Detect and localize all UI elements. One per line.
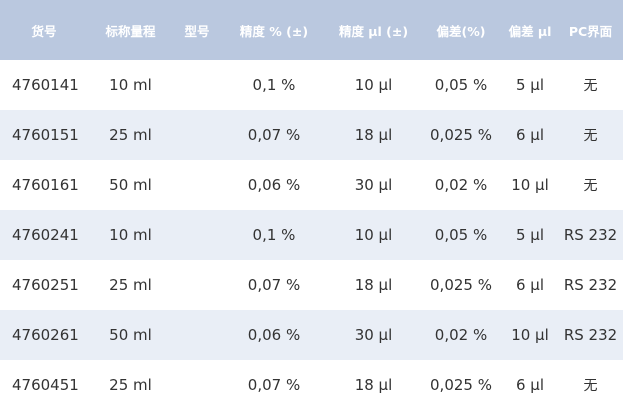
cell-accuracy-ul: 30 µl (354, 326, 393, 344)
cell-article-number: 4760151 (12, 126, 79, 144)
cell-accuracy-ul: 18 µl (354, 376, 393, 394)
cell-accuracy-percent: 0,06 % (247, 326, 301, 344)
cell-accuracy-percent: 0,07 % (247, 376, 301, 394)
cell-deviation-ul: 5 µl (515, 226, 545, 244)
header-model: 型号 (184, 23, 210, 39)
cell-nominal-volume: 50 ml (109, 176, 152, 194)
cell-accuracy-ul: 10 µl (354, 76, 393, 94)
header-nominal-volume: 标称量程 (105, 23, 156, 39)
cell-model (173, 210, 221, 260)
cell-pc-interface: 无 (583, 378, 598, 394)
cell-model (173, 110, 221, 160)
cell-accuracy-percent: 0,07 % (247, 276, 301, 294)
cell-pc-interface: RS 232 (563, 276, 618, 294)
cell-accuracy-percent: 0,1 % (252, 76, 296, 94)
cell-accuracy-percent: 0,07 % (247, 126, 301, 144)
header-deviation-percent: 偏差(%) (436, 23, 486, 39)
table-row: 4760141 10 ml 0,1 % 10 µl 0,05 % 5 µl 无 (0, 60, 623, 110)
cell-deviation-percent: 0,02 % (434, 326, 488, 344)
table-row: 4760161 50 ml 0,06 % 30 µl 0,02 % 10 µl … (0, 160, 623, 210)
cell-deviation-percent: 0,05 % (434, 76, 488, 94)
cell-deviation-percent: 0,025 % (430, 376, 492, 394)
cell-pc-interface: 无 (583, 128, 598, 144)
cell-pc-interface: RS 232 (563, 326, 618, 344)
cell-pc-interface: RS 232 (563, 226, 618, 244)
table-row: 4760451 25 ml 0,07 % 18 µl 0,025 % 6 µl … (0, 360, 623, 410)
header-accuracy-ul: 精度 µl (±) (338, 23, 409, 39)
header-row: 货号 标称量程 型号 精度 % (±) 精度 µl (±) 偏差(%) 偏差 µ… (0, 0, 623, 60)
cell-pc-interface: 无 (583, 78, 598, 94)
table-row: 4760241 10 ml 0,1 % 10 µl 0,05 % 5 µl RS… (0, 210, 623, 260)
cell-nominal-volume: 10 ml (109, 76, 152, 94)
cell-deviation-percent: 0,02 % (434, 176, 488, 194)
cell-article-number: 4760161 (12, 176, 79, 194)
cell-deviation-ul: 10 µl (511, 326, 549, 344)
cell-deviation-percent: 0,025 % (430, 126, 492, 144)
cell-nominal-volume: 50 ml (109, 326, 152, 344)
cell-nominal-volume: 25 ml (109, 126, 152, 144)
table-row: 4760261 50 ml 0,06 % 30 µl 0,02 % 10 µl … (0, 310, 623, 360)
cell-deviation-ul: 6 µl (515, 126, 545, 144)
cell-article-number: 4760141 (12, 76, 79, 94)
cell-model (173, 310, 221, 360)
cell-accuracy-percent: 0,1 % (252, 226, 296, 244)
cell-deviation-percent: 0,025 % (430, 276, 492, 294)
cell-article-number: 4760451 (12, 376, 79, 394)
cell-deviation-ul: 6 µl (515, 376, 545, 394)
cell-model (173, 60, 221, 110)
cell-accuracy-ul: 30 µl (354, 176, 393, 194)
cell-model (173, 260, 221, 310)
spec-table: 货号 标称量程 型号 精度 % (±) 精度 µl (±) 偏差(%) 偏差 µ… (0, 0, 623, 410)
header-deviation-ul: 偏差 µl (508, 23, 552, 39)
cell-pc-interface: 无 (583, 178, 598, 194)
cell-accuracy-percent: 0,06 % (247, 176, 301, 194)
cell-deviation-percent: 0,05 % (434, 226, 488, 244)
table-header: 货号 标称量程 型号 精度 % (±) 精度 µl (±) 偏差(%) 偏差 µ… (0, 0, 623, 60)
header-pc-interface: PC界面 (568, 23, 613, 39)
table-body: 4760141 10 ml 0,1 % 10 µl 0,05 % 5 µl 无 … (0, 60, 623, 410)
cell-nominal-volume: 10 ml (109, 226, 152, 244)
cell-deviation-ul: 5 µl (515, 76, 545, 94)
cell-article-number: 4760261 (12, 326, 79, 344)
cell-accuracy-ul: 18 µl (354, 276, 393, 294)
cell-accuracy-ul: 10 µl (354, 226, 393, 244)
cell-model (173, 160, 221, 210)
cell-model (173, 360, 221, 410)
header-accuracy-percent: 精度 % (±) (239, 23, 309, 39)
cell-deviation-ul: 6 µl (515, 276, 545, 294)
cell-deviation-ul: 10 µl (511, 176, 549, 194)
cell-article-number: 4760241 (12, 226, 79, 244)
table-row: 4760151 25 ml 0,07 % 18 µl 0,025 % 6 µl … (0, 110, 623, 160)
cell-nominal-volume: 25 ml (109, 276, 152, 294)
cell-article-number: 4760251 (12, 276, 79, 294)
table-row: 4760251 25 ml 0,07 % 18 µl 0,025 % 6 µl … (0, 260, 623, 310)
header-article-number: 货号 (31, 23, 57, 39)
cell-nominal-volume: 25 ml (109, 376, 152, 394)
cell-accuracy-ul: 18 µl (354, 126, 393, 144)
